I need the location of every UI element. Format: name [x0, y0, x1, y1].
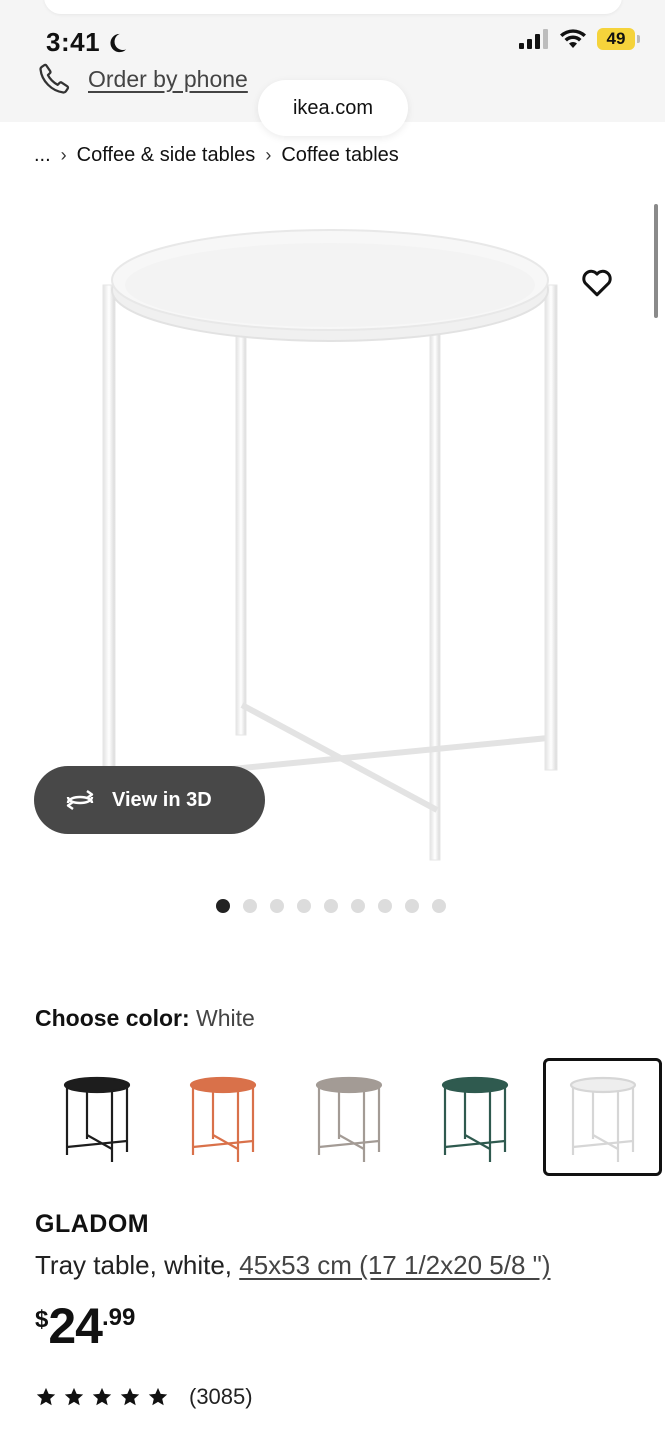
chevron-right-icon: › — [60, 145, 67, 165]
product-price: $ 24 .99 — [35, 1298, 135, 1354]
order-by-phone[interactable]: Order by phone — [36, 62, 248, 96]
product-name: GLADOM — [35, 1210, 150, 1238]
star-icon — [64, 1387, 84, 1406]
breadcrumb-ellipsis[interactable]: ... — [34, 144, 51, 167]
carousel-dot[interactable] — [432, 899, 446, 913]
url-bar[interactable]: ikea.com — [258, 80, 408, 136]
color-swatch-white[interactable] — [543, 1058, 662, 1176]
status-time-text: 3:41 — [46, 27, 101, 57]
gray-beige-table-thumbnail — [315, 1076, 383, 1162]
phone-icon — [39, 63, 70, 94]
orange-table-thumbnail — [189, 1076, 257, 1162]
carousel-dot[interactable] — [378, 899, 392, 913]
star-icon — [92, 1387, 112, 1406]
breadcrumb-item-coffee-tables[interactable]: Coffee tables — [281, 144, 399, 167]
carousel-dot[interactable] — [270, 899, 284, 913]
carousel-dot[interactable] — [216, 899, 230, 913]
price-decimal: .99 — [101, 1304, 136, 1331]
white-table-thumbnail — [569, 1076, 636, 1162]
product-type: Tray table, white, — [35, 1250, 240, 1280]
product-dimensions-link[interactable]: 45x53 cm (17 1/2x20 5/8 ") — [239, 1250, 550, 1280]
color-swatch-orange[interactable] — [160, 1058, 286, 1176]
previous-tab-bar — [44, 0, 622, 14]
page-scrollbar[interactable] — [654, 204, 658, 318]
breadcrumb: ... › Coffee & side tables › Coffee tabl… — [34, 144, 399, 167]
view-in-3d-button[interactable]: View in 3D — [34, 766, 265, 834]
color-swatch-black[interactable] — [34, 1058, 160, 1176]
selected-color-value: White — [196, 1005, 255, 1031]
status-indicators: 49 — [519, 28, 640, 50]
image-carousel-dots[interactable] — [216, 899, 446, 913]
color-swatch-gray-beige[interactable] — [286, 1058, 412, 1176]
heart-icon[interactable] — [578, 264, 616, 300]
breadcrumb-item-coffee-side-tables[interactable]: Coffee & side tables — [77, 144, 256, 167]
carousel-dot[interactable] — [405, 899, 419, 913]
chevron-right-icon: › — [265, 145, 272, 165]
carousel-dot[interactable] — [351, 899, 365, 913]
star-icon — [148, 1387, 168, 1406]
product-rating[interactable]: (3085) — [35, 1384, 253, 1410]
carousel-dot[interactable] — [243, 899, 257, 913]
green-table-thumbnail — [441, 1076, 509, 1162]
carousel-dot[interactable] — [324, 899, 338, 913]
product-description: Tray table, white, 45x53 cm (17 1/2x20 5… — [35, 1250, 551, 1281]
moon-icon — [110, 33, 127, 52]
price-currency: $ — [35, 1306, 49, 1333]
wifi-icon — [560, 29, 586, 48]
star-icon — [120, 1387, 140, 1406]
review-count: (3085) — [189, 1384, 253, 1409]
battery-indicator: 49 — [597, 28, 640, 50]
color-swatch-list — [34, 1058, 662, 1176]
star-icon — [36, 1387, 56, 1406]
carousel-dot[interactable] — [297, 899, 311, 913]
choose-color-label: Choose color: — [35, 1005, 190, 1031]
signal-icon — [519, 29, 548, 49]
choose-color-heading: Choose color: White — [35, 1005, 255, 1032]
color-swatch-green[interactable] — [412, 1058, 538, 1176]
status-time: 3:41 — [46, 27, 128, 58]
rotate-3d-icon — [66, 790, 94, 810]
order-by-phone-link[interactable]: Order by phone — [88, 66, 248, 93]
view-in-3d-label: View in 3D — [112, 788, 212, 811]
price-integer: 24 — [48, 1298, 103, 1354]
black-table-thumbnail — [63, 1076, 131, 1162]
